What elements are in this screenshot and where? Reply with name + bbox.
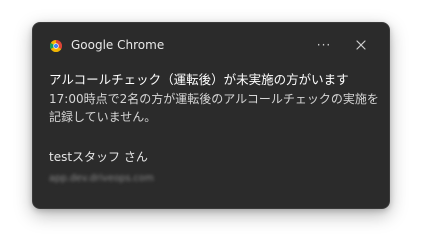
- notification-sender: testスタッフ さん: [49, 150, 148, 164]
- more-options-button[interactable]: ···: [313, 35, 335, 55]
- close-icon: [356, 40, 366, 50]
- notification-source: app.dev.driveops.com: [49, 173, 154, 184]
- notification-title: アルコールチェック（運転後）が未実施の方がいます: [49, 72, 349, 87]
- chrome-icon: [50, 40, 62, 52]
- close-button[interactable]: [350, 35, 372, 55]
- app-name: Google Chrome: [71, 38, 165, 52]
- notification-header: Google Chrome ···: [33, 23, 389, 65]
- chrome-notification-toast[interactable]: Google Chrome ··· アルコールチェック（運転後）が未実施の方がい…: [32, 22, 390, 209]
- more-options-icon: ···: [316, 38, 332, 52]
- notification-message: 17:00時点で2名の方が運転後のアルコールチェックの実施を記録していません。: [49, 92, 379, 124]
